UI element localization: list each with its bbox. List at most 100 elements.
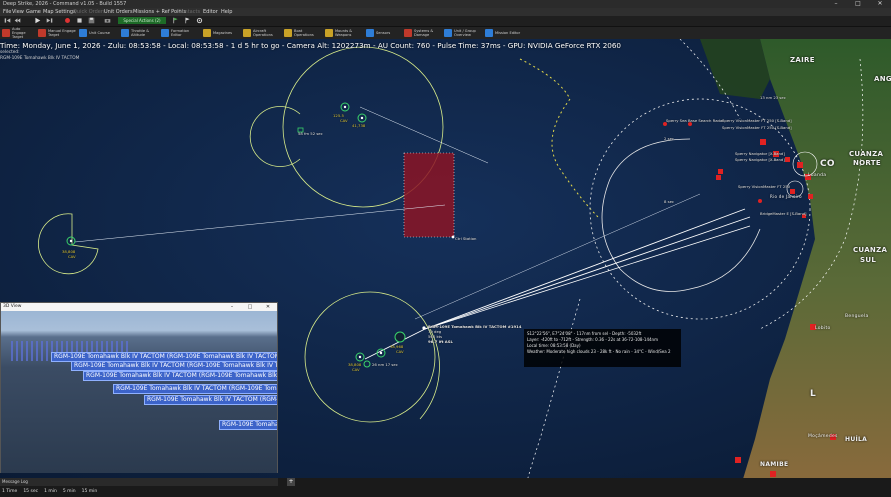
region-label: NAMIBE xyxy=(760,461,789,468)
play-icon[interactable] xyxy=(34,17,41,24)
throttle-altitude-button[interactable]: Throttle & Altitude xyxy=(121,28,157,38)
missile-3d-label[interactable]: RGM-109E Tomahawk Blk IV TACTOM (RGM-109… xyxy=(71,361,277,371)
unit-type-label: CAV xyxy=(68,254,76,259)
time-5min-button[interactable]: 5 min xyxy=(63,487,76,497)
sensor-label: Sperry VisionMaster FT 250 xyxy=(738,184,791,189)
maximize-button[interactable]: □ xyxy=(847,0,869,8)
flag-icon[interactable] xyxy=(172,17,179,24)
formation-icon xyxy=(161,29,169,37)
mounts-weapons-button[interactable]: Mounts & Weapons xyxy=(325,28,361,38)
region-label: ZAIRE xyxy=(790,56,815,64)
selected-unit-name: RGM-109E Tomahawk Blk IV TACTOM xyxy=(0,56,80,61)
sensor-label: BridgeMaster E [S-Band] xyxy=(760,211,807,216)
mission-icon xyxy=(485,29,493,37)
3d-scene[interactable]: RGM-109E Tomahawk Blk IV TACTOM (RGM-109… xyxy=(1,311,277,473)
missile-3d-label[interactable]: RGM-109E Tomahawk Blk IV TACTOM (RGM-109… xyxy=(144,395,277,405)
missile-3d-label[interactable]: RGM-109E Tomahawk xyxy=(219,420,277,430)
record-icon[interactable] xyxy=(64,17,71,24)
close-button[interactable]: ✕ xyxy=(259,303,277,311)
menu-unit-orders[interactable]: Unit Orders xyxy=(104,8,133,16)
region-label: CUANZA xyxy=(849,150,884,158)
missile-altitude: 96.7 lft ASL xyxy=(428,339,453,344)
auto-engage-button[interactable]: Auto Engage Target xyxy=(2,27,34,39)
magazines-button[interactable]: Magazines xyxy=(203,28,237,38)
close-button[interactable]: ✕ xyxy=(869,0,891,8)
city-label: Rio de Janeiro xyxy=(770,194,802,199)
target-area[interactable] xyxy=(404,153,454,237)
city-label: Lobito xyxy=(815,326,831,331)
sensor-label: Sperry VisionMaster FT 250 [S-Band] xyxy=(722,125,792,130)
systems-damage-button[interactable]: Systems & Damage xyxy=(404,28,440,38)
time-15min-button[interactable]: 15 min xyxy=(82,487,98,497)
time-1min-button[interactable]: 1 min xyxy=(44,487,57,497)
step-forward-icon[interactable] xyxy=(46,17,53,24)
region-label: CO xyxy=(820,159,835,169)
command-toolbar: Auto Engage Target Manual Engage Target … xyxy=(0,27,891,39)
region-label: HUÍLA xyxy=(845,436,868,443)
missile-3d-label[interactable]: RGM-109E Tomahawk Blk IV TACTOM (RGM-109… xyxy=(113,384,277,394)
hostile-unit-icon[interactable] xyxy=(770,471,776,477)
menu-file[interactable]: File xyxy=(3,8,11,16)
damage-icon xyxy=(404,29,412,37)
formation-editor-button[interactable]: Formation Editor xyxy=(161,28,197,38)
missile-marker[interactable] xyxy=(422,326,426,330)
time-15sec-button[interactable]: 15 sec xyxy=(23,487,38,497)
title-bar: Deep Strike, 2026 - Command v1.05 - Buil… xyxy=(0,0,891,8)
weapon-icon xyxy=(325,29,333,37)
friendly-unit-icon[interactable] xyxy=(394,331,406,343)
menu-game[interactable]: Game xyxy=(26,8,41,16)
selected-label: selected: xyxy=(0,50,20,55)
unit-overview-button[interactable]: Unit / Group Overview xyxy=(444,28,482,38)
cursor-weather: Weather: Moderate high clouds 23 - 28k f… xyxy=(527,349,671,354)
minimize-button[interactable]: – xyxy=(825,0,847,8)
menu-editor[interactable]: Editor xyxy=(203,8,218,16)
hostile-unit-icon[interactable] xyxy=(718,169,723,174)
hostile-unit-icon[interactable] xyxy=(797,162,803,168)
region-label: L xyxy=(810,389,817,399)
hostile-unit-icon[interactable] xyxy=(808,194,813,199)
hostile-unit-icon[interactable] xyxy=(758,199,762,203)
rewind-icon[interactable] xyxy=(14,17,21,24)
boat-ops-button[interactable]: Boat Operations xyxy=(284,28,320,38)
missile-3d-label[interactable]: RGM-109E Tomahawk Blk IV TACTOM (RGM-109… xyxy=(83,371,277,381)
hostile-unit-icon[interactable] xyxy=(785,157,790,162)
unit-course-button[interactable]: Unit Course xyxy=(79,28,115,38)
menu-contacts[interactable]: Contacts xyxy=(178,8,200,16)
hostile-unit-icon[interactable] xyxy=(735,457,741,463)
region-label: CUANZA xyxy=(853,246,888,254)
course-icon xyxy=(79,29,87,37)
ctrl-station-marker[interactable] xyxy=(451,235,455,239)
sensor-label: Sperry Navigator [X-Band] xyxy=(735,157,785,162)
flag-icon[interactable] xyxy=(184,17,191,24)
menu-view[interactable]: View xyxy=(12,8,24,16)
menu-quick-orders[interactable]: Quick Orders xyxy=(73,8,106,16)
save-icon[interactable] xyxy=(88,17,95,24)
3d-view-window[interactable]: 3D View – □ ✕ RGM-109E Tomahawk Blk IV T… xyxy=(0,302,278,473)
menu-map-settings[interactable]: Map Settings xyxy=(43,8,76,16)
hostile-unit-icon[interactable] xyxy=(716,175,721,180)
menu-help[interactable]: Help xyxy=(221,8,232,16)
sensor-label: Sperry Sea Base Search Radar xyxy=(666,118,724,123)
aircraft-ops-button[interactable]: Aircraft Operations xyxy=(243,28,279,38)
maximize-button[interactable]: □ xyxy=(241,303,259,311)
city-label: Benguela xyxy=(845,314,869,319)
3d-view-titlebar[interactable]: 3D View – □ ✕ xyxy=(1,303,277,311)
sensors-button[interactable]: Sensors xyxy=(366,28,396,38)
stop-icon[interactable] xyxy=(76,17,83,24)
message-log-tab[interactable]: Message Log xyxy=(0,478,278,486)
sensor-label: Sperry Navigator [X-Band] xyxy=(735,151,785,156)
camera-icon[interactable] xyxy=(104,17,111,24)
special-actions-button[interactable]: Special Actions (2) xyxy=(118,17,166,24)
unit-type-label: CAV xyxy=(352,367,360,372)
city-label: Luanda xyxy=(808,173,827,178)
step-back-icon[interactable] xyxy=(4,17,11,24)
expand-button[interactable]: + xyxy=(287,478,295,486)
gear-icon[interactable] xyxy=(196,17,203,24)
minimize-button[interactable]: – xyxy=(223,303,241,311)
mission-editor-button[interactable]: Mission Editor xyxy=(485,28,521,38)
hostile-unit-icon[interactable] xyxy=(760,139,766,145)
manual-engage-button[interactable]: Manual Engage Target xyxy=(38,28,76,38)
unit-alt-label: 41,738 xyxy=(352,123,366,128)
throttle-icon xyxy=(121,29,129,37)
radar-icon xyxy=(366,29,374,37)
